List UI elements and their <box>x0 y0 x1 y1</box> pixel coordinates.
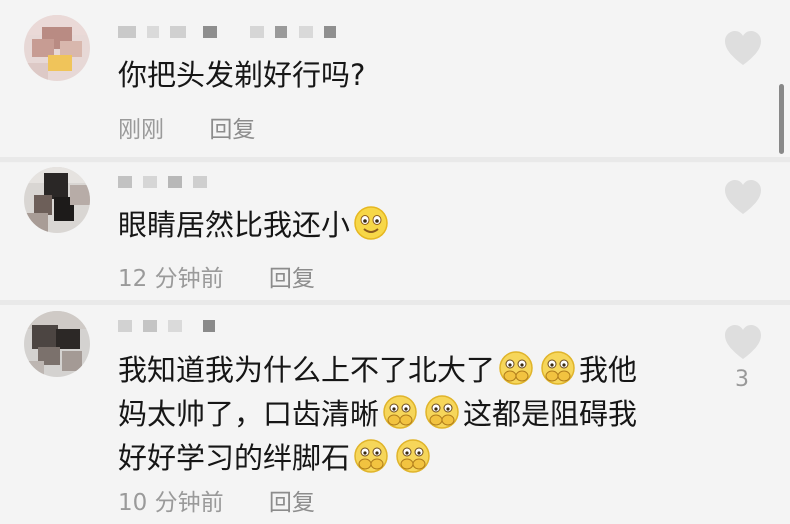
heart-icon[interactable] <box>723 180 763 216</box>
username-blurred[interactable] <box>118 176 213 190</box>
reply-button[interactable]: 回复 <box>269 490 315 516</box>
comment-line-text: 好好学习的绊脚石 <box>118 441 351 475</box>
like-count: 3 <box>735 367 749 392</box>
comment-text-content: 眼睛居然比我还小 <box>118 208 351 242</box>
smile-emoji <box>354 206 388 240</box>
comment-line-text: 我他 <box>579 353 638 387</box>
shy-emoji <box>425 395 459 429</box>
comment-time: 10 分钟前 <box>118 490 224 516</box>
comment-line-text: 我知道我为什么上不了北大了 <box>118 353 496 387</box>
comment-text: 眼睛居然比我还小 <box>118 203 392 247</box>
comment-list: 你把头发剃好行吗? 刚刚 回复 眼睛居然比我还小 12 分钟前 回复 我知道我为… <box>0 0 790 524</box>
comment-line: 好好学习的绊脚石 <box>118 436 637 480</box>
avatar[interactable] <box>24 15 90 81</box>
reply-button[interactable]: 回复 <box>269 266 315 292</box>
heart-icon[interactable] <box>723 325 763 361</box>
avatar[interactable] <box>24 167 90 233</box>
comment-text: 你把头发剃好行吗? <box>118 58 366 92</box>
reply-button[interactable]: 回复 <box>209 117 255 143</box>
heart-icon[interactable] <box>723 31 763 67</box>
username-blurred[interactable] <box>118 26 342 40</box>
shy-emoji <box>354 439 388 473</box>
comment-meta: 10 分钟前 回复 <box>118 483 315 517</box>
shy-emoji <box>499 351 533 385</box>
divider <box>0 157 790 162</box>
shy-emoji <box>383 395 417 429</box>
username-blurred[interactable] <box>118 320 221 334</box>
comment-meta: 12 分钟前 回复 <box>118 259 315 293</box>
comment-meta: 刚刚 回复 <box>118 110 255 144</box>
shy-emoji <box>541 351 575 385</box>
comment-line-text: 妈太帅了，口齿清晰 <box>118 397 380 431</box>
avatar[interactable] <box>24 311 90 377</box>
comment-line-text: 这都是阻碍我 <box>463 397 638 431</box>
shy-emoji <box>396 439 430 473</box>
comment-line: 我知道我为什么上不了北大了 我他 <box>118 348 637 392</box>
comment-text: 我知道我为什么上不了北大了 我他 妈太帅了，口齿清晰 这都是阻碍我 好好学习的绊脚石 <box>118 348 637 480</box>
comment-time: 刚刚 <box>118 117 164 143</box>
scrollbar[interactable] <box>779 84 784 154</box>
comment-time: 12 分钟前 <box>118 266 224 292</box>
comment-line: 妈太帅了，口齿清晰 这都是阻碍我 <box>118 392 637 436</box>
